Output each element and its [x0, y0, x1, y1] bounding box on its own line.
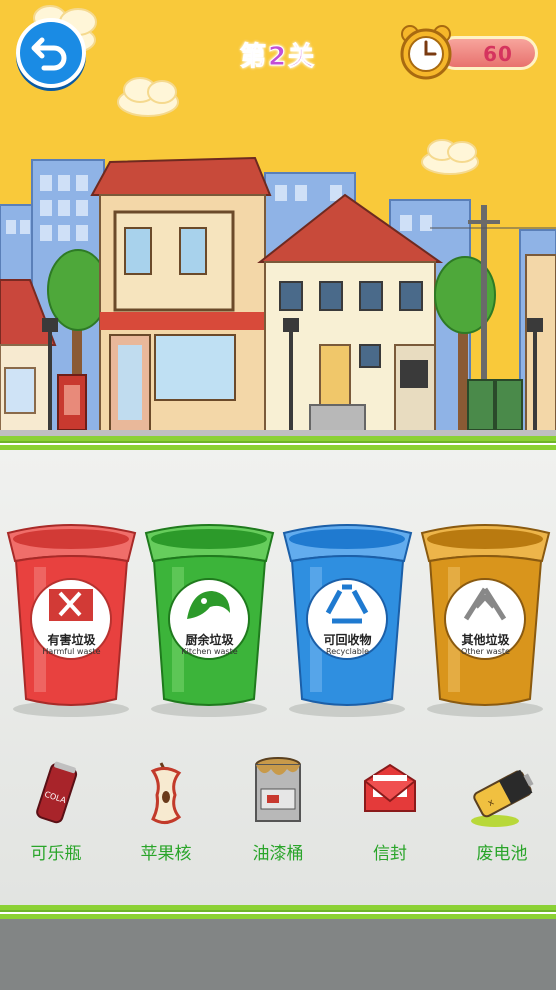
bin-harmful-waste[interactable]: 有害垃圾 Harmful waste — [4, 521, 139, 721]
apple-core-icon — [150, 762, 182, 824]
item-label: 废电池 — [476, 844, 528, 864]
bin-other-waste[interactable]: 其他垃圾 Other waste — [418, 521, 553, 721]
battery-icon: x — [471, 769, 534, 827]
item-apple-core[interactable]: 苹果核 — [116, 755, 216, 875]
countdown-timer: 60 — [398, 22, 542, 82]
item-label: 苹果核 — [140, 844, 192, 864]
bottom-strip — [0, 905, 556, 919]
item-envelope[interactable]: 信封 — [340, 755, 440, 875]
item-paint-bucket[interactable]: 油漆桶 — [228, 755, 328, 875]
item-cola-bottle[interactable]: COLA 可乐瓶 — [6, 755, 106, 875]
bin-label-en: Harmful waste — [42, 647, 101, 656]
alarm-clock-icon — [400, 25, 452, 80]
item-label: 可乐瓶 — [30, 844, 82, 864]
back-button[interactable] — [16, 18, 86, 88]
bin-label-zh: 可回收物 — [323, 633, 372, 647]
bin-label-zh: 其他垃圾 — [461, 633, 510, 647]
item-label: 信封 — [373, 844, 407, 864]
green-bin-body — [144, 524, 275, 717]
blue-bin-body — [282, 524, 413, 717]
envelope-icon — [364, 763, 416, 812]
bin-recyclable[interactable]: 可回收物 Recyclable — [280, 521, 415, 721]
harmful-waste-icon — [49, 589, 93, 621]
item-label: 油漆桶 — [252, 844, 304, 864]
bin-label-zh: 有害垃圾 — [47, 633, 96, 647]
bin-label-en: Kitchen waste — [181, 647, 238, 656]
level-title: 第2关 — [239, 42, 317, 73]
ground-strip — [0, 436, 556, 450]
orange-bin-body — [420, 524, 551, 717]
bin-label-zh: 厨余垃圾 — [185, 633, 234, 647]
paint-bucket-icon — [255, 757, 301, 822]
bin-kitchen-waste[interactable]: 厨余垃圾 Kitchen waste — [142, 521, 277, 721]
bin-label-en: Other waste — [461, 647, 510, 656]
cola-can-icon: COLA — [36, 761, 78, 824]
timer-value: 60 — [483, 42, 513, 66]
back-arrow-icon — [31, 37, 67, 71]
bottom-floor — [0, 919, 556, 990]
item-waste-battery[interactable]: x 废电池 — [452, 755, 552, 875]
red-bin-body — [6, 524, 137, 717]
bin-label-en: Recyclable — [326, 647, 369, 656]
